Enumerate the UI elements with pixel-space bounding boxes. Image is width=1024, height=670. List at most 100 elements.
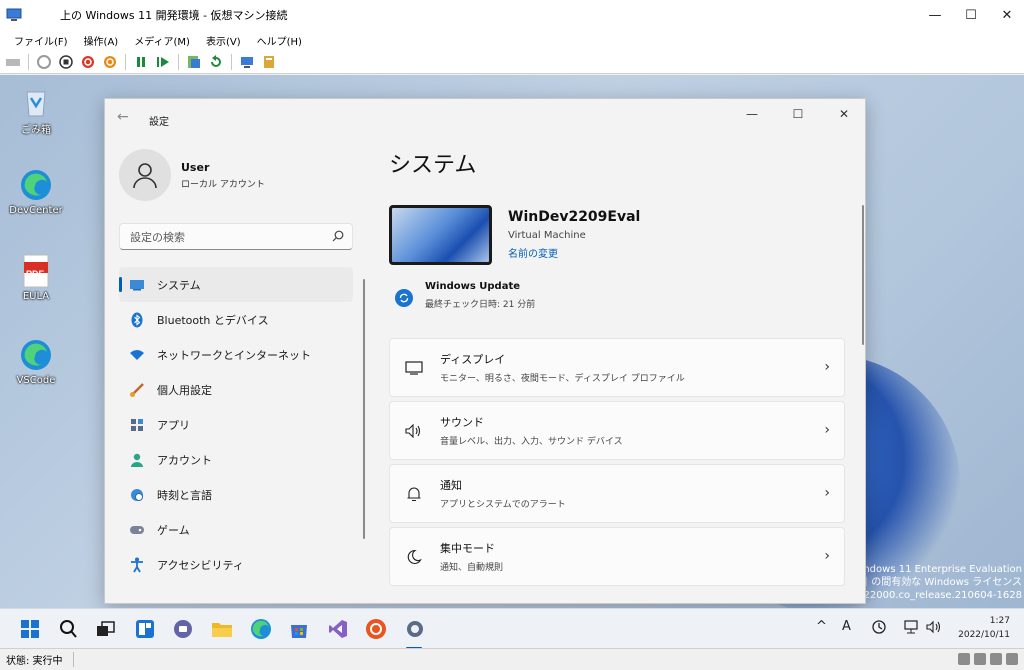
accessibility-icon <box>129 557 145 573</box>
file-explorer-icon[interactable] <box>210 617 234 641</box>
moon-icon <box>404 547 424 567</box>
menu-action[interactable]: 操作(A) <box>84 33 119 48</box>
widgets-icon[interactable] <box>133 617 157 641</box>
toolbar-divider <box>28 53 29 70</box>
main-scrollbar[interactable] <box>862 205 864 345</box>
rename-link[interactable]: 名前の変更 <box>508 245 640 260</box>
windows-update-status[interactable]: Windows Update 最終チェック日時: 21 分前 <box>395 281 535 310</box>
teams-chat-icon[interactable] <box>171 617 195 641</box>
nav-item-time-language[interactable]: 時刻と言語 <box>119 477 353 512</box>
settings-window: ← 設定 — ☐ ✕ User ローカル アカウント 設定の検索 システム Bl… <box>104 98 866 604</box>
nav-scrollbar[interactable] <box>363 279 365 539</box>
ime-icon[interactable] <box>872 620 886 638</box>
card-subtitle: アプリとシステムでのアラート <box>440 500 566 510</box>
store-icon[interactable] <box>287 617 311 641</box>
nav-item-accessibility[interactable]: アクセシビリティ <box>119 547 353 582</box>
visual-studio-icon[interactable] <box>326 617 350 641</box>
enhanced-session-icon[interactable] <box>240 55 254 69</box>
turn-off-icon[interactable] <box>59 54 73 69</box>
volume-icon[interactable] <box>926 620 942 638</box>
vm-connect-app-icon <box>6 7 22 23</box>
nav-item-personalization[interactable]: 個人用設定 <box>119 372 353 407</box>
windows-logo-icon <box>21 620 39 638</box>
shutdown-icon[interactable] <box>81 55 95 69</box>
card-focus-assist[interactable]: 集中モード 通知、自動規則 › <box>389 527 845 586</box>
brush-icon <box>129 382 145 398</box>
desktop-icon-recycle-bin[interactable]: ごみ箱 <box>6 83 66 136</box>
toolbar-divider <box>178 53 179 70</box>
search-icon[interactable] <box>332 230 344 245</box>
desktop-icon-vscode[interactable]: VSCode <box>6 337 66 386</box>
nav-item-label: アカウント <box>157 453 212 467</box>
menu-help[interactable]: ヘルプ(H) <box>257 33 302 48</box>
system-settings-list: ディスプレイ モニター、明るさ、夜間モード、ディスプレイ プロファイル › サウ… <box>389 338 845 590</box>
settings-nav: システム Bluetooth とデバイス ネットワークとインターネット 個人用設… <box>119 267 353 582</box>
settings-minimize-button[interactable]: — <box>729 99 775 129</box>
chevron-up-icon[interactable]: ^ <box>816 619 827 634</box>
resume-icon[interactable] <box>156 55 170 69</box>
sync-icon <box>395 289 413 307</box>
settings-search-input[interactable]: 設定の検索 <box>119 223 353 250</box>
host-close-button[interactable]: ✕ <box>990 0 1024 30</box>
nav-item-apps[interactable]: アプリ <box>119 407 353 442</box>
recycle-bin-icon <box>18 83 54 119</box>
card-title: ディスプレイ <box>440 353 506 366</box>
system-clock[interactable]: 1:27 2022/10/11 <box>958 614 1010 642</box>
card-subtitle: 通知、自動規則 <box>440 563 504 573</box>
gamepad-icon <box>129 522 145 538</box>
device-wallpaper-thumbnail <box>389 205 492 265</box>
nav-item-label: アクセシビリティ <box>157 558 244 572</box>
nav-item-accounts[interactable]: アカウント <box>119 442 353 477</box>
settings-maximize-button[interactable]: ☐ <box>775 99 821 129</box>
person-icon <box>133 163 157 189</box>
search-icon[interactable] <box>56 617 80 641</box>
ubuntu-icon[interactable] <box>364 617 388 641</box>
nav-item-gaming[interactable]: ゲーム <box>119 512 353 547</box>
card-sound[interactable]: サウンド 音量レベル、出力、入力、サウンド デバイス › <box>389 401 845 460</box>
network-icon[interactable] <box>904 620 920 638</box>
toolbar-divider <box>231 53 232 70</box>
save-state-icon[interactable] <box>103 55 117 69</box>
task-view-icon[interactable] <box>94 617 118 641</box>
settings-gear-icon[interactable] <box>403 617 427 641</box>
nav-item-label: システム <box>157 278 201 292</box>
host-maximize-button[interactable]: ☐ <box>954 0 988 30</box>
host-minimize-button[interactable]: — <box>918 0 952 30</box>
card-title: 集中モード <box>440 542 495 555</box>
bluetooth-icon <box>129 312 145 328</box>
back-arrow-icon[interactable]: ← <box>117 109 129 125</box>
edge-icon <box>18 337 54 373</box>
user-profile[interactable]: User ローカル アカウント <box>119 149 265 201</box>
card-display[interactable]: ディスプレイ モニター、明るさ、夜間モード、ディスプレイ プロファイル › <box>389 338 845 397</box>
card-title: 通知 <box>440 479 462 492</box>
settings-close-button[interactable]: ✕ <box>821 99 865 129</box>
nav-item-network[interactable]: ネットワークとインターネット <box>119 337 353 372</box>
nav-item-bluetooth[interactable]: Bluetooth とデバイス <box>119 302 353 337</box>
checkpoint-icon[interactable] <box>187 55 201 69</box>
desktop-icon-label: EULA <box>22 291 50 302</box>
windows-update-last-check: 最終チェック日時: 21 分前 <box>425 300 536 310</box>
page-title: システム <box>389 153 477 178</box>
pdf-badge-text: PDF <box>26 269 44 279</box>
start-button[interactable] <box>18 617 42 641</box>
ctrl-alt-del-icon[interactable] <box>6 55 20 69</box>
ime-mode-indicator[interactable]: A <box>842 619 851 634</box>
desktop-icon-devcenter[interactable]: DevCenter <box>6 167 66 216</box>
nav-item-label: ゲーム <box>157 523 190 537</box>
desktop-icon-label: ごみ箱 <box>21 125 51 136</box>
pause-icon[interactable] <box>134 55 148 69</box>
edge-icon <box>18 167 54 203</box>
revert-icon[interactable] <box>209 54 223 69</box>
card-title: サウンド <box>440 416 484 429</box>
nav-item-system[interactable]: システム <box>119 267 353 302</box>
card-subtitle: モニター、明るさ、夜間モード、ディスプレイ プロファイル <box>440 374 685 384</box>
menu-file[interactable]: ファイル(F) <box>14 33 68 48</box>
share-icon[interactable] <box>262 55 276 69</box>
menu-view[interactable]: 表示(V) <box>206 33 241 48</box>
start-icon[interactable] <box>37 54 51 69</box>
menu-media[interactable]: メディア(M) <box>134 33 190 48</box>
user-name: User <box>181 160 210 174</box>
windows-update-title: Windows Update <box>425 281 521 292</box>
card-notifications[interactable]: 通知 アプリとシステムでのアラート › <box>389 464 845 523</box>
edge-icon[interactable] <box>249 617 273 641</box>
